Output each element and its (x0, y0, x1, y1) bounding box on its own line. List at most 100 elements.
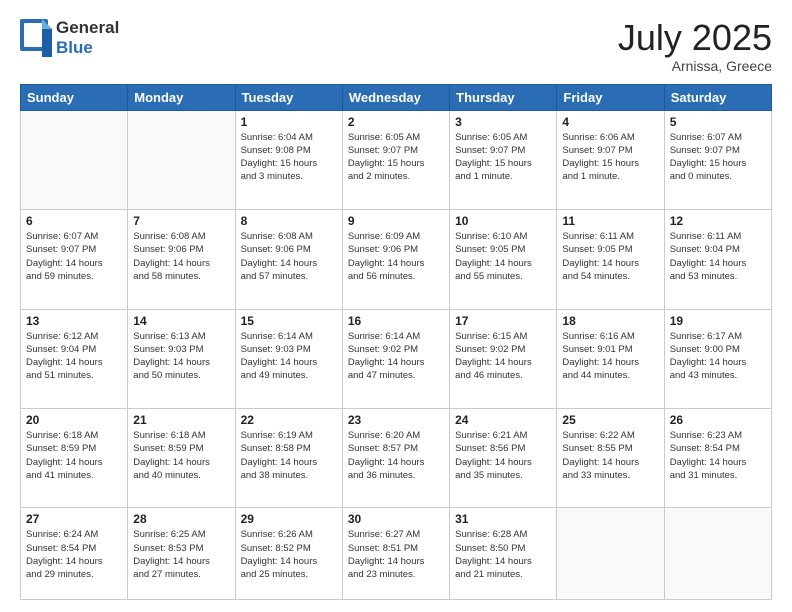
day-number: 11 (562, 214, 658, 228)
day-number: 7 (133, 214, 229, 228)
day-number: 5 (670, 115, 766, 129)
cell-1-4: 2 Sunrise: 6:05 AM Sunset: 9:07 PM Daylig… (342, 110, 449, 209)
cell-content: Sunrise: 6:24 AM Sunset: 8:54 PM Dayligh… (26, 528, 122, 581)
cell-4-7: 26Sunrise: 6:23 AM Sunset: 8:54 PM Dayli… (664, 409, 771, 508)
cell-4-2: 21 Sunrise: 6:18 AM Sunset: 8:59 PM Dayli… (128, 409, 235, 508)
cell-content: Sunrise: 6:07 AM Sunset: 9:07 PM Dayligh… (26, 230, 122, 283)
calendar-location: Arnissa, Greece (618, 58, 772, 74)
day-number: 15 (241, 314, 337, 328)
cell-content: Sunrise: 6:16 AM Sunset: 9:01 PM Dayligh… (562, 330, 658, 383)
cell-4-1: 20 Sunrise: 6:18 AM Sunset: 8:59 PM Dayli… (21, 409, 128, 508)
cell-3-6: 18Sunrise: 6:16 AM Sunset: 9:01 PM Dayli… (557, 309, 664, 408)
day-number: 28 (133, 512, 229, 526)
day-number: 1 (241, 115, 337, 129)
day-number: 14 (133, 314, 229, 328)
cell-4-4: 23Sunrise: 6:20 AM Sunset: 8:57 PM Dayli… (342, 409, 449, 508)
cell-5-2: 28 Sunrise: 6:25 AM Sunset: 8:53 PM Dayli… (128, 508, 235, 600)
cell-content: Sunrise: 6:27 AM Sunset: 8:51 PM Dayligh… (348, 528, 444, 581)
logo-icon (20, 19, 52, 57)
cell-3-4: 16 Sunrise: 6:14 AM Sunset: 9:02 PM Dayli… (342, 309, 449, 408)
day-number: 13 (26, 314, 122, 328)
day-number: 30 (348, 512, 444, 526)
day-number: 17 (455, 314, 551, 328)
day-number: 2 (348, 115, 444, 129)
day-number: 26 (670, 413, 766, 427)
cell-content: Sunrise: 6:11 AM Sunset: 9:04 PM Dayligh… (670, 230, 766, 283)
cell-content: Sunrise: 6:28 AM Sunset: 8:50 PM Dayligh… (455, 528, 551, 581)
cell-4-5: 24 Sunrise: 6:21 AM Sunset: 8:56 PM Dayli… (450, 409, 557, 508)
page: General Blue July 2025 Arnissa, Greece S… (0, 0, 792, 612)
cell-3-7: 19 Sunrise: 6:17 AM Sunset: 9:00 PM Dayli… (664, 309, 771, 408)
day-number: 4 (562, 115, 658, 129)
cell-content: Sunrise: 6:22 AM Sunset: 8:55 PM Dayligh… (562, 429, 658, 482)
cell-content: Sunrise: 6:08 AM Sunset: 9:06 PM Dayligh… (133, 230, 229, 283)
day-number: 24 (455, 413, 551, 427)
header-friday: Friday (557, 84, 664, 110)
calendar-table: Sunday Monday Tuesday Wednesday Thursday… (20, 84, 772, 600)
cell-1-6: 4 Sunrise: 6:06 AM Sunset: 9:07 PM Daylig… (557, 110, 664, 209)
cell-content: Sunrise: 6:11 AM Sunset: 9:05 PM Dayligh… (562, 230, 658, 283)
cell-content: Sunrise: 6:05 AM Sunset: 9:07 PM Dayligh… (348, 131, 444, 184)
logo: General Blue (20, 18, 119, 58)
cell-4-6: 25Sunrise: 6:22 AM Sunset: 8:55 PM Dayli… (557, 409, 664, 508)
cell-content: Sunrise: 6:18 AM Sunset: 8:59 PM Dayligh… (26, 429, 122, 482)
day-number: 8 (241, 214, 337, 228)
header-monday: Monday (128, 84, 235, 110)
day-number: 10 (455, 214, 551, 228)
header-wednesday: Wednesday (342, 84, 449, 110)
day-number: 20 (26, 413, 122, 427)
cell-5-6 (557, 508, 664, 600)
cell-2-7: 12 Sunrise: 6:11 AM Sunset: 9:04 PM Dayli… (664, 210, 771, 309)
cell-1-5: 3Sunrise: 6:05 AM Sunset: 9:07 PM Daylig… (450, 110, 557, 209)
cell-2-4: 9Sunrise: 6:09 AM Sunset: 9:06 PM Daylig… (342, 210, 449, 309)
cell-2-2: 7 Sunrise: 6:08 AM Sunset: 9:06 PM Daylig… (128, 210, 235, 309)
cell-content: Sunrise: 6:10 AM Sunset: 9:05 PM Dayligh… (455, 230, 551, 283)
cell-2-6: 11 Sunrise: 6:11 AM Sunset: 9:05 PM Dayli… (557, 210, 664, 309)
cell-content: Sunrise: 6:21 AM Sunset: 8:56 PM Dayligh… (455, 429, 551, 482)
header-thursday: Thursday (450, 84, 557, 110)
cell-1-7: 5Sunrise: 6:07 AM Sunset: 9:07 PM Daylig… (664, 110, 771, 209)
day-number: 3 (455, 115, 551, 129)
week-row-5: 27Sunrise: 6:24 AM Sunset: 8:54 PM Dayli… (21, 508, 772, 600)
logo-general: General (56, 18, 119, 38)
cell-content: Sunrise: 6:18 AM Sunset: 8:59 PM Dayligh… (133, 429, 229, 482)
logo-text: General Blue (56, 18, 119, 58)
cell-content: Sunrise: 6:06 AM Sunset: 9:07 PM Dayligh… (562, 131, 658, 184)
week-row-4: 20 Sunrise: 6:18 AM Sunset: 8:59 PM Dayli… (21, 409, 772, 508)
day-number: 29 (241, 512, 337, 526)
week-row-2: 6Sunrise: 6:07 AM Sunset: 9:07 PM Daylig… (21, 210, 772, 309)
cell-3-1: 13Sunrise: 6:12 AM Sunset: 9:04 PM Dayli… (21, 309, 128, 408)
title-block: July 2025 Arnissa, Greece (618, 18, 772, 74)
day-number: 16 (348, 314, 444, 328)
cell-4-3: 22 Sunrise: 6:19 AM Sunset: 8:58 PM Dayli… (235, 409, 342, 508)
cell-3-3: 15 Sunrise: 6:14 AM Sunset: 9:03 PM Dayli… (235, 309, 342, 408)
cell-content: Sunrise: 6:14 AM Sunset: 9:02 PM Dayligh… (348, 330, 444, 383)
day-number: 31 (455, 512, 551, 526)
cell-3-2: 14 Sunrise: 6:13 AM Sunset: 9:03 PM Dayli… (128, 309, 235, 408)
cell-content: Sunrise: 6:26 AM Sunset: 8:52 PM Dayligh… (241, 528, 337, 581)
week-row-3: 13Sunrise: 6:12 AM Sunset: 9:04 PM Dayli… (21, 309, 772, 408)
cell-content: Sunrise: 6:25 AM Sunset: 8:53 PM Dayligh… (133, 528, 229, 581)
day-number: 19 (670, 314, 766, 328)
cell-5-3: 29 Sunrise: 6:26 AM Sunset: 8:52 PM Dayli… (235, 508, 342, 600)
cell-content: Sunrise: 6:13 AM Sunset: 9:03 PM Dayligh… (133, 330, 229, 383)
header-saturday: Saturday (664, 84, 771, 110)
cell-content: Sunrise: 6:19 AM Sunset: 8:58 PM Dayligh… (241, 429, 337, 482)
day-number: 21 (133, 413, 229, 427)
cell-content: Sunrise: 6:15 AM Sunset: 9:02 PM Dayligh… (455, 330, 551, 383)
day-number: 23 (348, 413, 444, 427)
calendar-title: July 2025 (618, 18, 772, 58)
day-number: 22 (241, 413, 337, 427)
cell-5-5: 31 Sunrise: 6:28 AM Sunset: 8:50 PM Dayli… (450, 508, 557, 600)
day-number: 12 (670, 214, 766, 228)
header: General Blue July 2025 Arnissa, Greece (20, 18, 772, 74)
weekday-header-row: Sunday Monday Tuesday Wednesday Thursday… (21, 84, 772, 110)
cell-content: Sunrise: 6:09 AM Sunset: 9:06 PM Dayligh… (348, 230, 444, 283)
cell-5-4: 30 Sunrise: 6:27 AM Sunset: 8:51 PM Dayli… (342, 508, 449, 600)
cell-3-5: 17 Sunrise: 6:15 AM Sunset: 9:02 PM Dayli… (450, 309, 557, 408)
cell-1-2 (128, 110, 235, 209)
cell-content: Sunrise: 6:14 AM Sunset: 9:03 PM Dayligh… (241, 330, 337, 383)
cell-1-1 (21, 110, 128, 209)
cell-content: Sunrise: 6:17 AM Sunset: 9:00 PM Dayligh… (670, 330, 766, 383)
header-sunday: Sunday (21, 84, 128, 110)
